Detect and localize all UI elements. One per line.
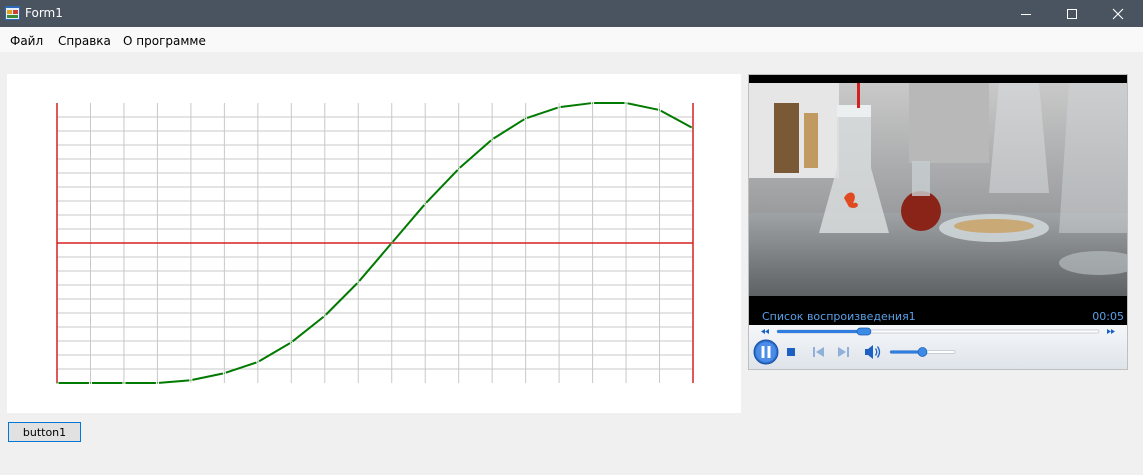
volume-slider[interactable] bbox=[889, 347, 956, 357]
curve-point bbox=[324, 315, 326, 317]
curve-segment bbox=[526, 106, 559, 119]
curve-segment bbox=[660, 109, 693, 129]
video-frame bbox=[749, 83, 1127, 296]
stop-button[interactable] bbox=[787, 348, 795, 356]
curve-segment bbox=[425, 169, 459, 204]
curve-point bbox=[257, 361, 259, 363]
menu-about[interactable]: О программе bbox=[123, 34, 206, 48]
curve-point bbox=[658, 109, 661, 111]
menu-bar: Файл Справка О программе bbox=[0, 27, 1143, 52]
curve-point bbox=[625, 102, 627, 104]
curve-point bbox=[190, 379, 192, 381]
curve-point bbox=[558, 106, 560, 108]
close-icon bbox=[1112, 8, 1123, 19]
rewind-icon[interactable] bbox=[761, 329, 769, 334]
curve-segment bbox=[158, 379, 190, 384]
volume-thumb[interactable] bbox=[917, 347, 928, 357]
curve-segment bbox=[627, 102, 659, 111]
playlist-name: Список воспроизведения1 bbox=[762, 310, 916, 323]
curve-point bbox=[56, 382, 58, 384]
close-button[interactable] bbox=[1095, 0, 1140, 27]
curve-segment bbox=[225, 361, 257, 374]
curve-point bbox=[692, 127, 694, 129]
curve-segment bbox=[358, 243, 392, 282]
curve-segment bbox=[192, 372, 224, 381]
curve-segment bbox=[560, 102, 592, 109]
seek-thumb[interactable] bbox=[856, 327, 872, 336]
curve-point bbox=[458, 168, 460, 170]
app-icon bbox=[5, 6, 20, 20]
player-info-bar: Список воспроизведения1 00:05 bbox=[749, 305, 1127, 327]
previous-button[interactable] bbox=[813, 347, 824, 357]
menu-file[interactable]: Файл bbox=[10, 34, 43, 48]
window-title: Form1 bbox=[25, 6, 63, 20]
curve-segment bbox=[492, 118, 525, 140]
chart-panel bbox=[7, 74, 741, 413]
curve-point bbox=[357, 281, 359, 283]
curve-point bbox=[391, 242, 393, 244]
pause-button[interactable] bbox=[753, 339, 779, 365]
minimize-icon bbox=[1020, 13, 1031, 15]
time-display: 00:05 bbox=[1092, 310, 1124, 323]
curve-point bbox=[156, 382, 159, 384]
curve-point bbox=[89, 382, 92, 384]
mute-button[interactable] bbox=[865, 345, 881, 359]
previous-icon bbox=[813, 347, 824, 357]
curve-point bbox=[491, 138, 493, 140]
curve-point bbox=[123, 382, 125, 384]
curve-point bbox=[290, 341, 292, 343]
menu-help[interactable]: Справка bbox=[58, 34, 111, 48]
stop-icon bbox=[787, 348, 795, 356]
next-button[interactable] bbox=[838, 347, 849, 357]
next-icon bbox=[838, 347, 849, 357]
button1[interactable]: button1 bbox=[8, 422, 81, 442]
seek-bar[interactable] bbox=[776, 327, 1100, 336]
minimize-button[interactable] bbox=[1003, 0, 1048, 27]
media-player[interactable]: Список воспроизведения1 00:05 bbox=[748, 74, 1128, 370]
curve-point bbox=[525, 117, 527, 119]
player-controls bbox=[749, 325, 1127, 369]
curve-segment bbox=[391, 204, 425, 243]
maximize-button[interactable] bbox=[1049, 0, 1094, 27]
function-chart bbox=[56, 102, 694, 384]
curve-segment bbox=[291, 315, 325, 343]
curve-segment bbox=[258, 342, 291, 363]
curve-point bbox=[424, 203, 426, 205]
curve-point bbox=[223, 372, 225, 374]
title-bar: Form1 bbox=[0, 0, 1143, 27]
volume-icon bbox=[865, 345, 881, 359]
fast-forward-icon[interactable] bbox=[1107, 329, 1115, 334]
curve-point bbox=[591, 102, 594, 104]
maximize-icon bbox=[1066, 8, 1077, 19]
